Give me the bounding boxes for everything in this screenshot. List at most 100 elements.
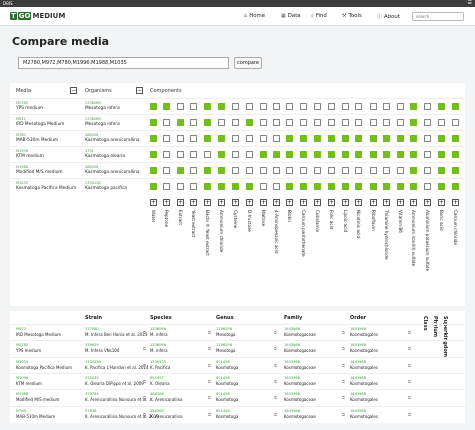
organism-id-link[interactable]: 1336066	[85, 117, 101, 121]
expand-component-button[interactable]: +	[286, 199, 293, 206]
table-id-link[interactable]: 1643968	[284, 360, 300, 364]
menu-icon[interactable]: ☰	[468, 0, 472, 7]
component-label[interactable]: Cysteine	[233, 210, 238, 228]
component-label[interactable]: D-fructose	[247, 210, 252, 232]
search-input[interactable]	[412, 12, 464, 21]
copy-icon[interactable]: ⧉	[408, 412, 411, 417]
copy-icon[interactable]: ⧉	[342, 330, 345, 335]
collapse-media-button[interactable]: −	[70, 87, 77, 94]
copy-icon[interactable]: ⧉	[208, 379, 211, 384]
table-id-link[interactable]: 1643968	[350, 392, 366, 396]
media-id-link[interactable]: M1996	[16, 149, 28, 153]
component-label[interactable]: Riboflavin	[371, 210, 376, 231]
expand-component-button[interactable]: +	[177, 199, 184, 206]
component-label[interactable]: Folic acid	[329, 210, 334, 229]
component-label[interactable]: Calcium pantothenate	[301, 210, 306, 257]
media-id-link[interactable]: M972	[16, 117, 26, 121]
media-id-link[interactable]: M780	[16, 133, 26, 137]
expand-component-button[interactable]: +	[452, 199, 459, 206]
component-label[interactable]: Peptone	[164, 210, 169, 227]
component-label[interactable]: Bacto ® Yeast extract	[205, 210, 210, 256]
copy-icon[interactable]: ⧉	[342, 412, 345, 417]
table-id-link[interactable]: M780	[16, 409, 26, 413]
expand-component-button[interactable]: +	[218, 199, 225, 206]
copy-icon[interactable]: ⧉	[143, 330, 146, 335]
expand-component-button[interactable]: +	[383, 199, 390, 206]
expand-component-button[interactable]: +	[328, 199, 335, 206]
component-label[interactable]: Ammonium iron(III) sulfate	[411, 210, 416, 266]
media-id-link[interactable]: M1035	[16, 181, 28, 185]
copy-icon[interactable]: ⧉	[408, 395, 411, 400]
expand-component-button[interactable]: +	[163, 199, 170, 206]
table-id-link[interactable]: 1643968	[284, 343, 300, 347]
expand-component-button[interactable]: +	[397, 199, 404, 206]
expand-component-button[interactable]: +	[300, 199, 307, 206]
expand-component-button[interactable]: +	[246, 199, 253, 206]
table-id-link[interactable]: 651456	[216, 392, 230, 396]
expand-component-button[interactable]: +	[342, 199, 349, 206]
table-id-link[interactable]: M2780	[16, 343, 28, 347]
copy-icon[interactable]: ⧉	[143, 379, 146, 384]
copy-icon[interactable]: ⧉	[143, 346, 146, 351]
component-label[interactable]: Lipoic acid	[343, 210, 348, 232]
media-id-link[interactable]: M2780	[16, 101, 28, 105]
table-id-link[interactable]: 1643968	[284, 376, 300, 380]
component-label[interactable]: Water	[151, 210, 156, 222]
table-id-link[interactable]: 1643968	[350, 376, 366, 380]
table-id-link[interactable]: 1336066	[150, 327, 166, 331]
table-id-link[interactable]: 1336066	[150, 343, 166, 347]
media-ids-input[interactable]: M2780,M972,M780,M1996,M1988,M1035	[18, 57, 229, 69]
copy-icon[interactable]: ⧉	[143, 395, 146, 400]
organism-id-link[interactable]: 1336066	[85, 101, 101, 105]
table-id-link[interactable]: 651456	[216, 360, 230, 364]
table-id-link[interactable]: 379784	[85, 392, 99, 396]
copy-icon[interactable]: ⧉	[342, 346, 345, 351]
nav-find[interactable]: ⌕ Find	[311, 13, 327, 19]
table-id-link[interactable]: 339629	[85, 343, 99, 347]
table-id-link[interactable]: 1643968	[350, 327, 366, 331]
table-id-link[interactable]: 1643968	[284, 409, 300, 413]
nav-data[interactable]: ▦ Data	[281, 13, 301, 19]
component-label[interactable]: Ammonium chloride	[219, 210, 224, 252]
copy-icon[interactable]: ⧉	[274, 379, 277, 384]
table-id-link[interactable]: 488306	[150, 392, 164, 396]
copy-icon[interactable]: ⧉	[274, 412, 277, 417]
table-id-link[interactable]: 1186298	[216, 327, 232, 331]
table-id-link[interactable]: M972	[16, 327, 26, 331]
copy-icon[interactable]: ⧉	[274, 395, 277, 400]
component-label[interactable]: Yeast extract	[191, 210, 196, 237]
expand-component-button[interactable]: +	[204, 199, 211, 206]
component-label[interactable]: 4-Aminobenzoic acid	[274, 210, 279, 254]
table-id-link[interactable]: 1186298	[216, 343, 232, 347]
table-id-link[interactable]: M1996	[16, 376, 28, 380]
copy-icon[interactable]: ⧉	[408, 330, 411, 335]
component-label[interactable]: Vitamin B6	[398, 210, 403, 233]
table-id-link[interactable]: 488306	[150, 409, 164, 413]
table-id-link[interactable]: 1643968	[350, 343, 366, 347]
copy-icon[interactable]: ⧉	[143, 363, 146, 368]
organism-id-link[interactable]: 488306	[85, 165, 98, 169]
copy-icon[interactable]: ⧉	[208, 412, 211, 417]
compare-button[interactable]: compare	[234, 57, 262, 69]
copy-icon[interactable]: ⧉	[208, 330, 211, 335]
organism-id-link[interactable]: 488306	[85, 133, 98, 137]
logo[interactable]: T GO MEDIUM	[10, 12, 65, 20]
component-label[interactable]: Biotin	[287, 210, 292, 222]
nav-tools[interactable]: ⚒ Tools	[342, 13, 362, 19]
expand-component-button[interactable]: +	[424, 199, 431, 206]
expand-component-button[interactable]: +	[410, 199, 417, 206]
component-label[interactable]: Thiamine hydrochloride	[384, 210, 389, 260]
table-id-link[interactable]: 651456	[216, 376, 230, 380]
expand-component-button[interactable]: +	[370, 199, 377, 206]
table-id-link[interactable]: 1330535	[85, 360, 101, 364]
table-id-link[interactable]: 1643968	[350, 360, 366, 364]
organism-id-link[interactable]: 1751	[85, 149, 94, 153]
table-id-link[interactable]: 57936	[85, 409, 96, 413]
component-label[interactable]: Boric acid	[439, 210, 444, 231]
table-id-link[interactable]: 651457	[150, 376, 164, 380]
copy-icon[interactable]: ⧉	[408, 379, 411, 384]
copy-icon[interactable]: ⧉	[342, 395, 345, 400]
component-label[interactable]: Cobalamin	[315, 210, 320, 232]
copy-icon[interactable]: ⧉	[274, 346, 277, 351]
table-id-link[interactable]: 1330535	[150, 360, 166, 364]
